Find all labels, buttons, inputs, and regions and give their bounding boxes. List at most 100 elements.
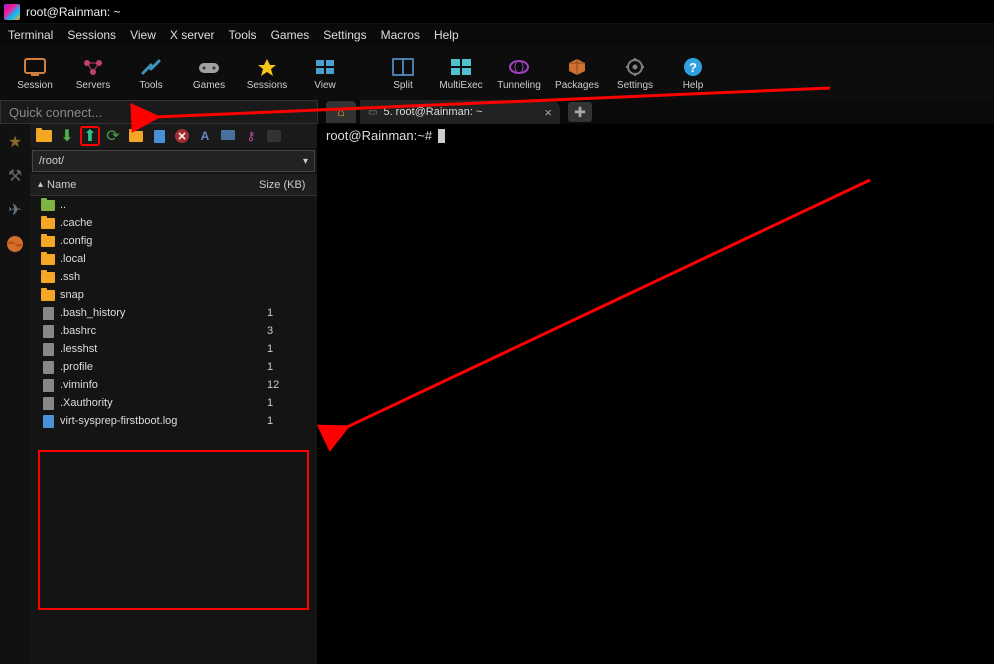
quick-connect-input[interactable]: Quick connect... (0, 100, 318, 124)
sftp-panel: ⬇ ⬆ ⟳ A ⚷ /root/ ▾ ▴Name Size (KB) .. .ca… (30, 124, 318, 664)
toolbar-view[interactable]: View (296, 48, 354, 98)
refresh-icon[interactable]: ⟳ (103, 126, 123, 146)
column-name[interactable]: ▴Name (30, 179, 259, 191)
menu-xserver[interactable]: X server (170, 28, 215, 42)
toolbar-packages[interactable]: Packages (548, 48, 606, 98)
toolbar-servers[interactable]: Servers (64, 48, 122, 98)
toolbar-games[interactable]: Games (180, 48, 238, 98)
file-row[interactable]: .Xauthority1 (30, 394, 317, 412)
sftp-path-input[interactable]: /root/ ▾ (32, 150, 315, 172)
terminal-small-icon[interactable] (264, 126, 284, 146)
home-tab[interactable]: ⌂ (326, 101, 356, 123)
menu-settings[interactable]: Settings (323, 28, 366, 42)
tab-terminal[interactable]: ▭ 5. root@Rainman: ~ × (360, 100, 560, 124)
delete-icon[interactable] (172, 126, 192, 146)
toolbar-sessions[interactable]: Sessions (238, 48, 296, 98)
file-row[interactable]: .cache (30, 214, 317, 232)
file-name: snap (60, 289, 267, 301)
file-row[interactable]: .bashrc3 (30, 322, 317, 340)
file-icon (40, 324, 56, 338)
file-list: .. .cache.config.local .ssh snap .bash_histo… (30, 196, 317, 430)
cursor (438, 129, 445, 143)
file-row[interactable]: .profile1 (30, 358, 317, 376)
app-icon (4, 4, 20, 20)
text-icon[interactable]: A (195, 126, 215, 146)
menu-tools[interactable]: Tools (229, 28, 257, 42)
monitor-icon[interactable] (218, 126, 238, 146)
file-row[interactable]: .bash_history1 (30, 304, 317, 322)
file-size: 1 (267, 361, 317, 373)
file-name: .. (60, 199, 267, 211)
chevron-down-icon: ▾ (303, 156, 308, 167)
star-icon[interactable]: ★ (5, 132, 25, 152)
tab-close-button[interactable]: × (544, 105, 552, 120)
home-icon: ⌂ (337, 105, 344, 119)
file-list-header: ▴Name Size (KB) (30, 174, 317, 196)
menu-view[interactable]: View (130, 28, 156, 42)
tab-label: 5. root@Rainman: ~ (383, 106, 482, 118)
file-name: .viminfo (60, 379, 267, 391)
file-row[interactable]: .config (30, 232, 317, 250)
tools-sidebar-icon[interactable]: ⚒ (5, 166, 25, 186)
file-size: 12 (267, 379, 317, 391)
toolbar-settings[interactable]: Settings (606, 48, 664, 98)
menu-games[interactable]: Games (271, 28, 310, 42)
file-row[interactable]: .local (30, 250, 317, 268)
file-name: .profile (60, 361, 267, 373)
file-size: 3 (267, 325, 317, 337)
folder-icon (40, 216, 56, 230)
menu-macros[interactable]: Macros (381, 28, 420, 42)
file-row[interactable]: .lesshst1 (30, 340, 317, 358)
toolbar-multiexec[interactable]: MultiExec (432, 48, 490, 98)
file-icon (40, 360, 56, 374)
left-gutter: ★ ⚒ ✈ (0, 124, 30, 664)
file-size: 1 (267, 307, 317, 319)
file-row[interactable]: .viminfo12 (30, 376, 317, 394)
new-file-icon[interactable] (149, 126, 169, 146)
tab-terminal-icon: ▭ (368, 107, 377, 118)
file-icon (40, 378, 56, 392)
tab-bar: ⌂ ▭ 5. root@Rainman: ~ × ✚ (318, 100, 994, 124)
key-icon[interactable]: ⚷ (241, 126, 261, 146)
titlebar: root@Rainman: ~ (0, 0, 994, 24)
new-folder-icon[interactable] (126, 126, 146, 146)
file-row[interactable]: virt-sysprep-firstboot.log1 (30, 412, 317, 430)
menu-help[interactable]: Help (434, 28, 459, 42)
folder-icon (40, 252, 56, 266)
toolbar-split[interactable]: Split (374, 48, 432, 98)
file-icon (40, 306, 56, 320)
terminal-pane[interactable]: root@Rainman:~# (318, 124, 994, 664)
file-row[interactable]: .ssh (30, 268, 317, 286)
download-icon[interactable]: ⬇ (57, 126, 77, 146)
file-row[interactable]: snap (30, 286, 317, 304)
globe-icon[interactable] (5, 234, 25, 254)
svg-text:?: ? (689, 60, 697, 75)
toolbar-tools[interactable]: Tools (122, 48, 180, 98)
toolbar-help[interactable]: ?Help (664, 48, 722, 98)
file-name: .ssh (60, 271, 267, 283)
upload-button[interactable]: ⬆ (80, 126, 100, 146)
toolbar-tunneling[interactable]: Tunneling (490, 48, 548, 98)
upload-icon: ⬆ (83, 126, 96, 146)
file-icon (40, 342, 56, 356)
toolbar-session[interactable]: Session (6, 48, 64, 98)
column-size[interactable]: Size (KB) (259, 179, 317, 191)
add-tab-button[interactable]: ✚ (568, 102, 592, 122)
send-icon[interactable]: ✈ (5, 200, 25, 220)
file-name: virt-sysprep-firstboot.log (60, 415, 267, 427)
file-size: 1 (267, 343, 317, 355)
file-icon (40, 396, 56, 410)
sftp-toolbar: ⬇ ⬆ ⟳ A ⚷ (30, 124, 317, 148)
main-toolbar: Session Servers Tools Games Sessions Vie… (0, 46, 994, 100)
menu-sessions[interactable]: Sessions (67, 28, 116, 42)
file-name: .bashrc (60, 325, 267, 337)
menubar: Terminal Sessions View X server Tools Ga… (0, 24, 994, 46)
sort-arrow-icon: ▴ (38, 179, 43, 190)
file-name: .Xauthority (60, 397, 267, 409)
file-row[interactable]: .. (30, 196, 317, 214)
file-size: 1 (267, 415, 317, 427)
menu-terminal[interactable]: Terminal (8, 28, 53, 42)
sftp-folder-button[interactable] (34, 126, 54, 146)
file-name: .lesshst (60, 343, 267, 355)
path-text: /root/ (39, 155, 64, 167)
